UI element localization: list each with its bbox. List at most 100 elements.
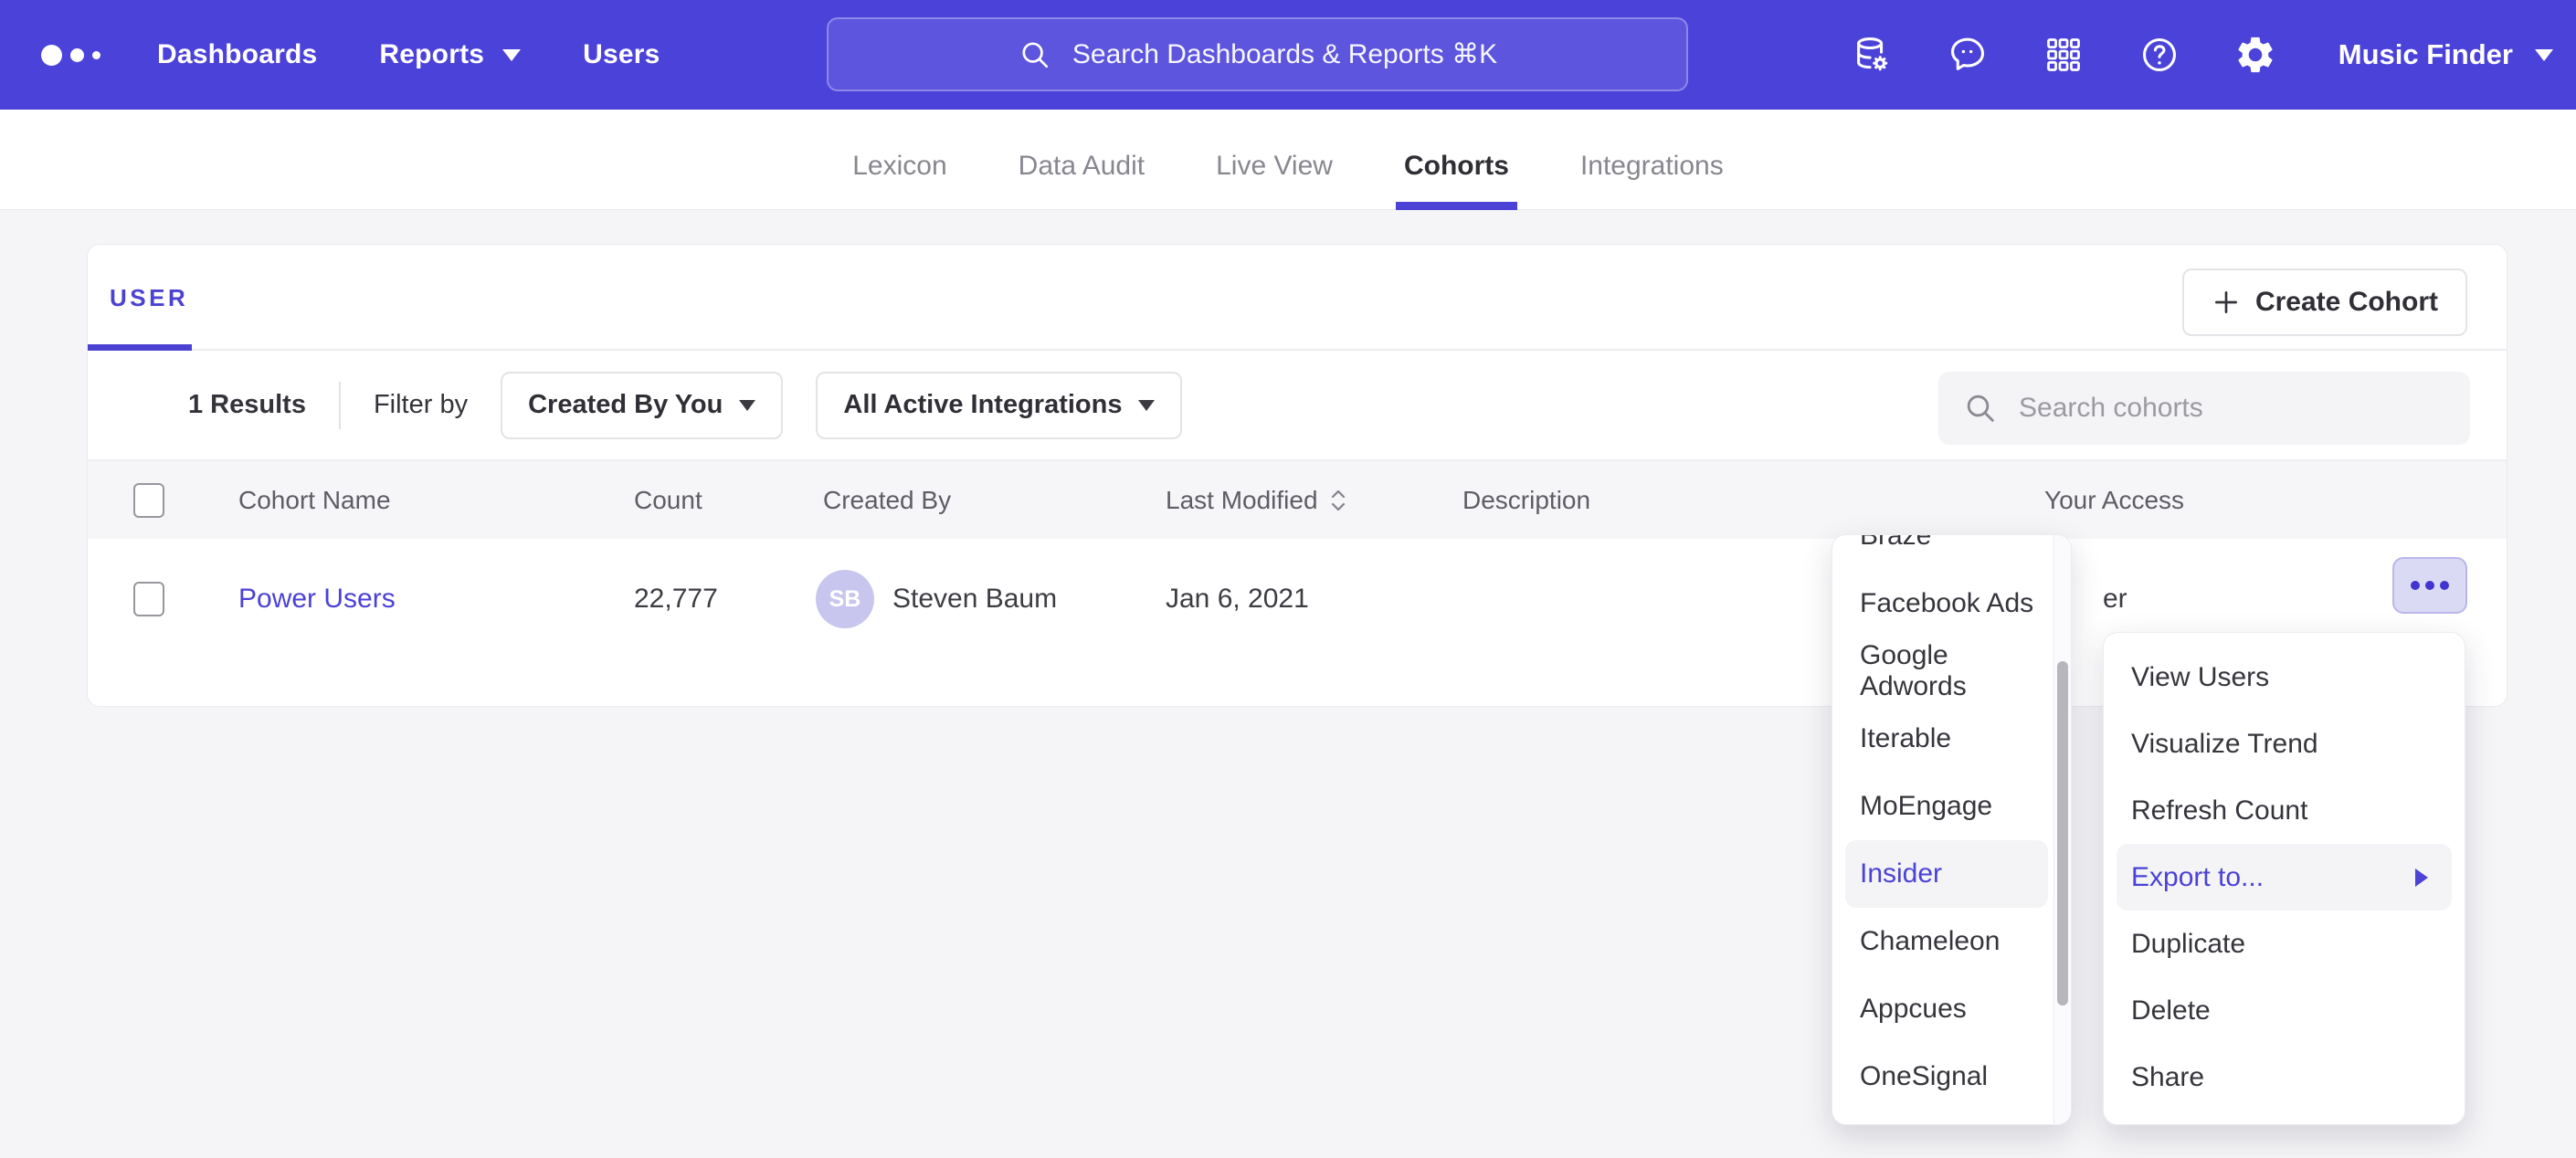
submenu-item-insider[interactable]: Insider xyxy=(1845,840,2048,908)
menu-item-visualize-trend[interactable]: Visualize Trend xyxy=(2104,711,2465,777)
column-header-count[interactable]: Count xyxy=(634,461,702,539)
column-header-your-access[interactable]: Your Access xyxy=(2044,461,2184,539)
row-checkbox-cell xyxy=(133,539,164,659)
created-by-filter-dropdown[interactable]: Created By You xyxy=(501,372,783,439)
submenu-item-onesignal[interactable]: OneSignal xyxy=(1832,1043,2053,1111)
submenu-item-iterable[interactable]: Iterable xyxy=(1832,705,2053,773)
created-by-name: Steven Baum xyxy=(892,584,1057,615)
settings-icon[interactable] xyxy=(2233,33,2277,77)
logo-dot xyxy=(92,51,100,59)
column-header-last-modified[interactable]: Last Modified xyxy=(1166,461,1347,539)
submenu-item-facebook-ads[interactable]: Facebook Ads xyxy=(1832,570,2053,637)
submenu-item-label: Appcues xyxy=(1860,994,1967,1025)
submenu-arrow-icon xyxy=(2415,868,2428,887)
section-tabbar: Lexicon Data Audit Live View Cohorts Int… xyxy=(0,110,2576,210)
submenu-item-label: OneSignal xyxy=(1860,1061,1988,1092)
tab-integrations[interactable]: Integrations xyxy=(1580,122,1724,210)
tab-live-view[interactable]: Live View xyxy=(1216,122,1333,210)
submenu-item-chameleon[interactable]: Chameleon xyxy=(1832,908,2053,975)
tab-label: Data Audit xyxy=(1019,151,1145,182)
menu-item-label: View Users xyxy=(2131,662,2269,693)
nav-item-reports[interactable]: Reports xyxy=(379,39,521,70)
logo-dot xyxy=(70,48,84,62)
tab-user-cohorts[interactable]: USER xyxy=(110,284,188,312)
nav-item-label: Reports xyxy=(379,39,484,70)
submenu-item-braze[interactable]: Braze xyxy=(1832,534,2053,570)
submenu-item-label: Facebook Ads xyxy=(1860,588,2033,619)
menu-item-label: Refresh Count xyxy=(2131,795,2307,826)
create-cohort-button[interactable]: Create Cohort xyxy=(2182,268,2467,336)
app-logo[interactable] xyxy=(41,45,100,66)
tab-label: Cohorts xyxy=(1404,151,1509,182)
menu-item-label: Export to... xyxy=(2131,862,2264,893)
feedback-icon[interactable] xyxy=(1946,33,1990,77)
select-all-checkbox-col xyxy=(133,461,164,539)
integrations-filter-value: All Active Integrations xyxy=(843,390,1122,420)
column-label: Count xyxy=(634,486,702,515)
integrations-filter-dropdown[interactable]: All Active Integrations xyxy=(816,372,1182,439)
column-header-created-by[interactable]: Created By xyxy=(823,461,951,539)
nav-item-users[interactable]: Users xyxy=(583,39,660,70)
submenu-item-label: Chameleon xyxy=(1860,926,2000,957)
cohort-name-link[interactable]: Power Users xyxy=(238,584,396,615)
caret-down-icon xyxy=(2535,49,2553,61)
active-tab-underline xyxy=(88,344,192,351)
cohort-name-cell: Power Users xyxy=(238,539,396,659)
menu-item-label: Visualize Trend xyxy=(2131,729,2318,760)
cohort-search-input[interactable]: Search cohorts xyxy=(1938,372,2470,445)
row-checkbox[interactable] xyxy=(133,582,164,616)
search-icon xyxy=(1962,390,1999,426)
nav-menu: Dashboards Reports Users xyxy=(157,39,660,70)
select-all-checkbox[interactable] xyxy=(133,483,164,518)
data-management-icon[interactable] xyxy=(1850,33,1894,77)
create-cohort-label: Create Cohort xyxy=(2255,287,2438,318)
submenu-item-moengage[interactable]: MoEngage xyxy=(1832,773,2053,840)
submenu-scrollbar-track[interactable] xyxy=(2053,535,2071,1124)
help-icon[interactable] xyxy=(2138,33,2181,77)
submenu-item-label: Google Adwords xyxy=(1860,640,2053,702)
menu-item-label: Share xyxy=(2131,1062,2204,1093)
column-label: Description xyxy=(1462,486,1590,515)
submenu-item-google-adwords[interactable]: Google Adwords xyxy=(1832,637,2053,705)
table-header-row: Cohort Name Count Created By Last Modifi… xyxy=(88,461,2507,539)
column-header-cohort-name[interactable]: Cohort Name xyxy=(238,461,391,539)
filter-by-label: Filter by xyxy=(374,390,468,420)
global-search-placeholder: Search Dashboards & Reports ⌘K xyxy=(1072,38,1497,70)
export-submenu-list: Braze Facebook Ads Google Adwords Iterab… xyxy=(1832,534,2053,1111)
tab-cohorts[interactable]: Cohorts xyxy=(1404,122,1509,210)
menu-item-export-to[interactable]: Export to... xyxy=(2117,844,2452,911)
column-label: Your Access xyxy=(2044,486,2184,515)
tab-data-audit[interactable]: Data Audit xyxy=(1019,122,1145,210)
tab-label: Live View xyxy=(1216,151,1333,182)
caret-down-icon xyxy=(1138,400,1155,411)
cohort-type-tabs: USER Create Cohort xyxy=(88,245,2507,351)
global-search-input[interactable]: Search Dashboards & Reports ⌘K xyxy=(827,17,1688,91)
apps-grid-icon[interactable] xyxy=(2042,33,2085,77)
nav-item-dashboards[interactable]: Dashboards xyxy=(157,39,317,70)
tab-label: Integrations xyxy=(1580,151,1724,182)
column-header-description[interactable]: Description xyxy=(1462,461,1590,539)
menu-item-view-users[interactable]: View Users xyxy=(2104,644,2465,711)
created-by-filter-value: Created By You xyxy=(528,390,723,420)
menu-item-delete[interactable]: Delete xyxy=(2104,977,2465,1044)
submenu-item-label: Iterable xyxy=(1860,723,1951,754)
more-icon xyxy=(2411,581,2420,590)
menu-item-refresh-count[interactable]: Refresh Count xyxy=(2104,777,2465,844)
nav-item-label: Users xyxy=(583,39,660,70)
project-name: Music Finder xyxy=(2338,38,2513,71)
column-label: Cohort Name xyxy=(238,486,391,515)
count-cell: 22,777 xyxy=(634,539,718,659)
submenu-item-appcues[interactable]: Appcues xyxy=(1832,975,2053,1043)
avatar: SB xyxy=(816,570,874,628)
caret-down-icon xyxy=(739,400,755,411)
logo-dot xyxy=(41,45,62,66)
filter-toolbar: 1 Results Filter by Created By You All A… xyxy=(88,351,2507,461)
submenu-item-label: MoEngage xyxy=(1860,791,1992,822)
submenu-scrollbar-thumb[interactable] xyxy=(2057,661,2068,1005)
row-more-actions-button[interactable] xyxy=(2392,557,2467,614)
sort-icon xyxy=(1329,487,1347,514)
project-switcher[interactable]: Music Finder xyxy=(2338,38,2553,71)
tab-lexicon[interactable]: Lexicon xyxy=(852,122,946,210)
menu-item-duplicate[interactable]: Duplicate xyxy=(2104,911,2465,977)
menu-item-share[interactable]: Share xyxy=(2104,1044,2465,1111)
